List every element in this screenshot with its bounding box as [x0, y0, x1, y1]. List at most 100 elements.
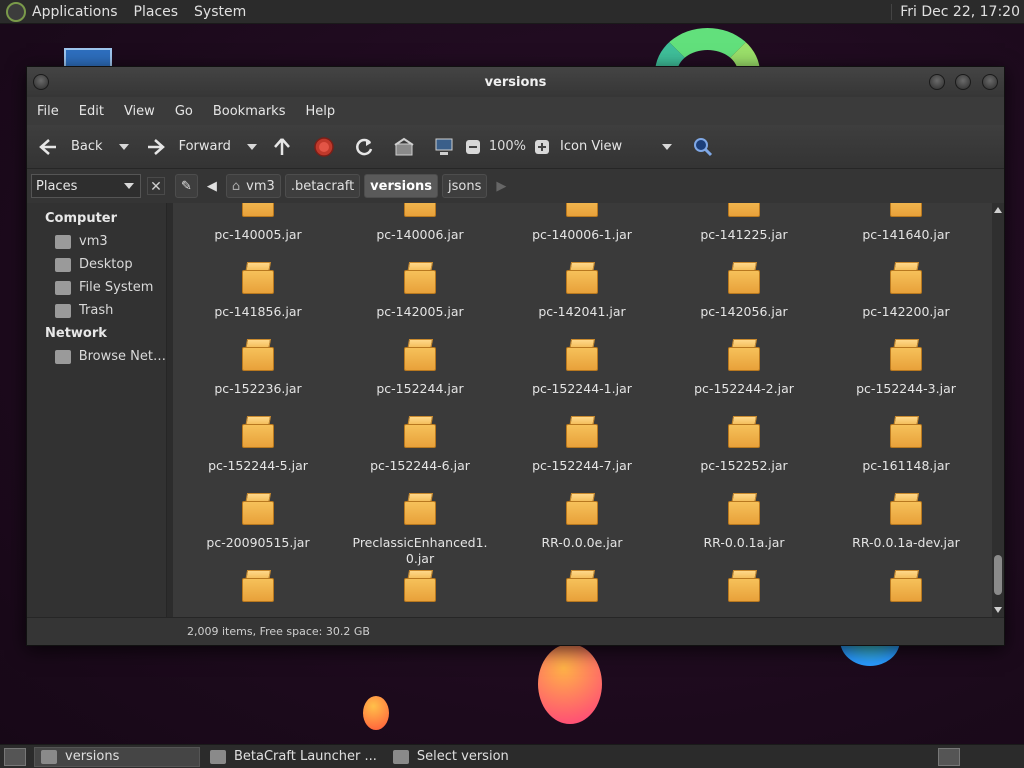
window-titlebar[interactable]: versions — [27, 67, 1004, 97]
home-icon[interactable] — [393, 136, 415, 158]
forward-history-dropdown[interactable] — [246, 143, 257, 150]
sidebar-pane-selector[interactable]: Places — [31, 174, 141, 198]
breadcrumb-vm3[interactable]: ⌂ vm3 — [225, 174, 281, 198]
window-title: versions — [484, 74, 547, 90]
file-item[interactable]: pc-142200.jar — [825, 254, 987, 331]
main-menu-icon[interactable] — [6, 1, 26, 22]
breadcrumb-versions[interactable]: versions — [364, 174, 438, 198]
menu-go[interactable]: Go — [165, 104, 203, 119]
task-select-version[interactable]: Select version — [387, 747, 515, 767]
jar-archive-icon — [242, 260, 274, 294]
zoom-level[interactable]: 100% — [489, 139, 526, 154]
jar-archive-icon — [242, 337, 274, 371]
system-menu[interactable]: System — [194, 4, 246, 20]
file-item[interactable]: pc-161148.jar — [825, 408, 987, 485]
menu-help[interactable]: Help — [295, 104, 345, 119]
file-item[interactable]: pc-142041.jar — [501, 254, 663, 331]
sidebar-item-label: File System — [79, 280, 154, 295]
view-mode-select[interactable]: Icon View — [560, 139, 670, 154]
back-button[interactable]: Back — [37, 136, 103, 158]
file-item[interactable]: pc-152244-3.jar — [825, 331, 987, 408]
file-name: pc-142005.jar — [376, 304, 464, 319]
jar-archive-icon — [242, 414, 274, 448]
file-name: pc-152244-5.jar — [208, 458, 308, 473]
jar-archive-icon — [728, 203, 760, 217]
file-item[interactable]: pc-152244-7.jar — [501, 408, 663, 485]
applications-menu[interactable]: Applications — [32, 4, 118, 20]
minimize-button[interactable] — [929, 74, 945, 90]
breadcrumb-back-icon[interactable]: ◀ — [202, 174, 222, 198]
file-name: pc-142056.jar — [700, 304, 788, 319]
scroll-up-icon[interactable] — [994, 207, 1002, 213]
file-item[interactable] — [339, 562, 501, 617]
file-item[interactable]: pc-140005.jar — [177, 203, 339, 254]
file-item[interactable] — [501, 562, 663, 617]
menu-file[interactable]: File — [27, 104, 69, 119]
file-item[interactable]: pc-152252.jar — [663, 408, 825, 485]
file-name: pc-140006.jar — [376, 227, 464, 242]
file-item[interactable]: RR-0.0.1a-dev.jar — [825, 485, 987, 562]
file-name: pc-152244-1.jar — [532, 381, 632, 396]
file-item[interactable] — [663, 562, 825, 617]
vertical-scrollbar[interactable] — [992, 203, 1004, 617]
show-desktop-button[interactable] — [4, 747, 26, 766]
zoom-out-icon[interactable] — [465, 139, 481, 155]
menu-view[interactable]: View — [114, 104, 165, 119]
file-view[interactable]: pc-140005.jar pc-140006.jar pc-140006-1.ja… — [173, 203, 1004, 617]
zoom-in-icon[interactable] — [534, 139, 550, 155]
menu-edit[interactable]: Edit — [69, 104, 114, 119]
breadcrumb-betacraft[interactable]: .betacraft — [284, 174, 361, 198]
scroll-thumb[interactable] — [994, 555, 1002, 595]
maximize-button[interactable] — [955, 74, 971, 90]
file-item[interactable]: pc-142005.jar — [339, 254, 501, 331]
file-item[interactable]: pc-140006.jar — [339, 203, 501, 254]
close-sidebar-icon[interactable]: ✕ — [147, 177, 165, 195]
file-item[interactable]: pc-152244-5.jar — [177, 408, 339, 485]
up-icon[interactable] — [271, 136, 293, 158]
computer-icon[interactable] — [433, 136, 455, 158]
file-item[interactable]: PreclassicEnhanced1. 0.jar — [339, 485, 501, 566]
back-history-dropdown[interactable] — [118, 143, 129, 150]
file-item[interactable] — [825, 562, 987, 617]
file-item[interactable]: pc-152244-2.jar — [663, 331, 825, 408]
file-item[interactable]: RR-0.0.1a.jar — [663, 485, 825, 562]
file-item[interactable]: pc-140006-1.jar — [501, 203, 663, 254]
task-betacraft[interactable]: BetaCraft Launcher ... — [204, 747, 383, 767]
main-area: Computer vm3 Desktop File System Trash Networ… — [27, 203, 1004, 617]
file-item[interactable]: pc-152244-1.jar — [501, 331, 663, 408]
sidebar-item[interactable]: Desktop — [27, 253, 166, 276]
file-item[interactable]: pc-142056.jar — [663, 254, 825, 331]
jar-archive-icon — [404, 491, 436, 525]
workspace-icon[interactable] — [938, 747, 960, 766]
location-row: Places ✕ ✎ ◀ ⌂ vm3 .betacraft versions js… — [27, 169, 1004, 203]
file-item[interactable]: RR-0.0.0e.jar — [501, 485, 663, 562]
reload-icon[interactable] — [353, 136, 375, 158]
task-versions[interactable]: versions — [34, 746, 200, 767]
file-item[interactable]: pc-20090515.jar — [177, 485, 339, 562]
breadcrumb-forward-icon[interactable]: ▶ — [491, 174, 511, 198]
places-menu[interactable]: Places — [134, 4, 179, 20]
edit-location-icon[interactable]: ✎ — [175, 174, 198, 198]
forward-button[interactable]: Forward — [145, 136, 231, 158]
file-item[interactable]: pc-141640.jar — [825, 203, 987, 254]
search-icon[interactable] — [692, 136, 714, 158]
stop-icon[interactable] — [313, 136, 335, 158]
breadcrumb-jsons[interactable]: jsons — [442, 174, 488, 198]
file-item[interactable]: pc-152236.jar — [177, 331, 339, 408]
sidebar-item[interactable]: vm3 — [27, 230, 166, 253]
file-item[interactable]: pc-141225.jar — [663, 203, 825, 254]
file-item[interactable]: pc-141856.jar — [177, 254, 339, 331]
sidebar-item[interactable]: Browse Net… — [27, 345, 166, 368]
file-item[interactable]: pc-152244-6.jar — [339, 408, 501, 485]
close-button[interactable] — [982, 74, 998, 90]
sidebar-item[interactable]: File System — [27, 276, 166, 299]
file-item[interactable]: pc-152244.jar — [339, 331, 501, 408]
scroll-down-icon[interactable] — [994, 607, 1002, 613]
clock[interactable]: Fri Dec 22, 17:20 — [891, 3, 1020, 20]
file-name: pc-140005.jar — [214, 227, 302, 242]
file-item[interactable] — [177, 562, 339, 617]
view-mode-dropdown-icon[interactable] — [662, 143, 673, 150]
menu-bookmarks[interactable]: Bookmarks — [203, 104, 296, 119]
sidebar-item[interactable]: Trash — [27, 299, 166, 322]
file-name: pc-142200.jar — [862, 304, 950, 319]
